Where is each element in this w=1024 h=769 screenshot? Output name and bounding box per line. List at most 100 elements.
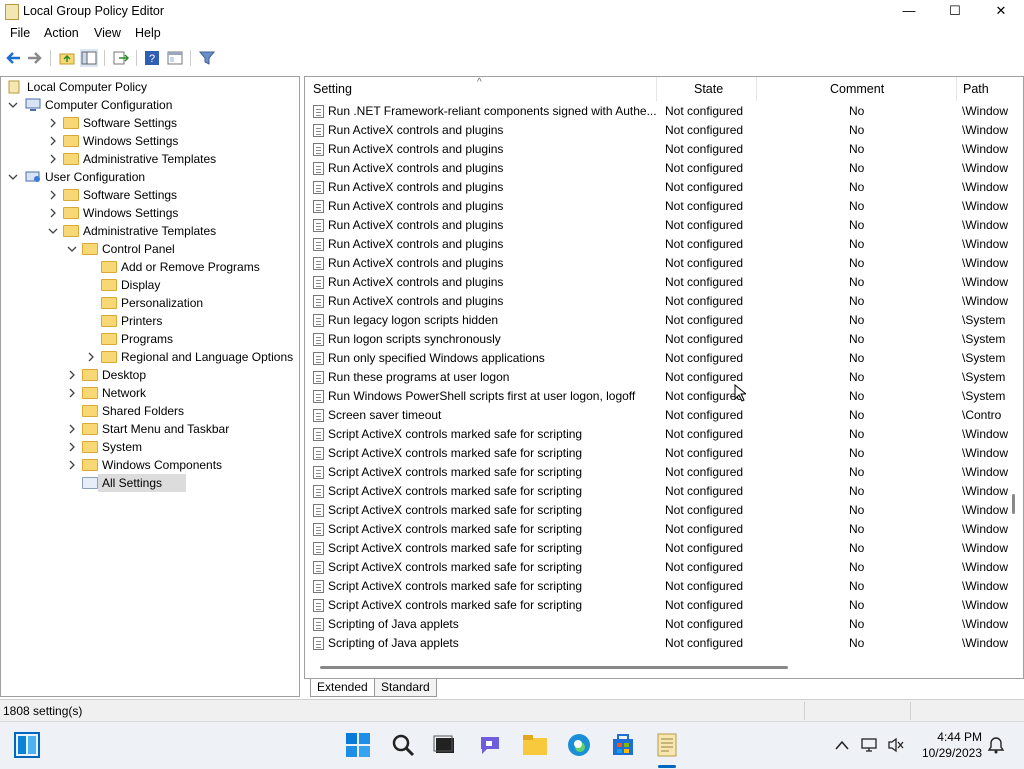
maximize-button[interactable]: ☐ bbox=[932, 0, 978, 22]
show-hide-tree-icon[interactable] bbox=[80, 49, 98, 67]
tree-item-programs[interactable]: Programs bbox=[1, 330, 299, 348]
export-list-icon[interactable] bbox=[112, 49, 130, 67]
table-row[interactable]: Run logon scripts synchronously Not confi… bbox=[305, 330, 1023, 349]
table-row[interactable]: Run ActiveX controls and plugins Not conf… bbox=[305, 140, 1023, 159]
back-arrow-icon[interactable] bbox=[4, 49, 22, 67]
table-row[interactable]: Script ActiveX controls marked safe for … bbox=[305, 558, 1023, 577]
chevron-down-icon[interactable] bbox=[66, 240, 78, 258]
tab-standard[interactable]: Standard bbox=[374, 679, 437, 697]
column-header-path[interactable]: Path bbox=[963, 77, 989, 101]
table-row[interactable]: Run ActiveX controls and plugins Not conf… bbox=[305, 121, 1023, 140]
chevron-up-icon[interactable] bbox=[832, 732, 852, 758]
table-row[interactable]: Script ActiveX controls marked safe for … bbox=[305, 425, 1023, 444]
table-row[interactable]: Run ActiveX controls and plugins Not conf… bbox=[305, 235, 1023, 254]
tree-item-display[interactable]: Display bbox=[1, 276, 299, 294]
chevron-right-icon[interactable] bbox=[85, 348, 97, 366]
tree-item-administrative-templates[interactable]: Administrative Templates bbox=[1, 150, 299, 168]
tree-item-local-computer-policy[interactable]: Local Computer Policy bbox=[1, 78, 299, 96]
menu-action[interactable]: Action bbox=[44, 26, 79, 40]
file-explorer-icon[interactable] bbox=[522, 732, 548, 758]
table-row[interactable]: Run ActiveX controls and plugins Not conf… bbox=[305, 216, 1023, 235]
table-row[interactable]: Screen saver timeout Not configured No \Con… bbox=[305, 406, 1023, 425]
tree-item-windows-components[interactable]: Windows Components bbox=[1, 456, 299, 474]
tree-item-software-settings[interactable]: Software Settings bbox=[1, 114, 299, 132]
tree-item-all-settings[interactable]: All Settings bbox=[1, 474, 299, 492]
column-divider[interactable] bbox=[756, 77, 757, 101]
windows-start-button-icon[interactable] bbox=[345, 732, 371, 758]
tree-item-control-panel[interactable]: Control Panel bbox=[1, 240, 299, 258]
close-button[interactable]: ✕ bbox=[978, 0, 1024, 22]
tree-item-software-settings[interactable]: Software Settings bbox=[1, 186, 299, 204]
chevron-down-icon[interactable] bbox=[7, 96, 19, 114]
volume-muted-icon[interactable] bbox=[886, 732, 906, 758]
properties-icon[interactable] bbox=[166, 49, 184, 67]
tree-item-personalization[interactable]: Personalization bbox=[1, 294, 299, 312]
table-row[interactable]: Run Windows PowerShell scripts first at … bbox=[305, 387, 1023, 406]
tree-item-user-configuration[interactable]: User Configuration bbox=[1, 168, 299, 186]
table-row[interactable]: Script ActiveX controls marked safe for … bbox=[305, 539, 1023, 558]
task-view-icon[interactable] bbox=[431, 732, 457, 758]
tree-item-desktop[interactable]: Desktop bbox=[1, 366, 299, 384]
search-icon[interactable] bbox=[390, 732, 416, 758]
tree-item-start-menu-and-taskbar[interactable]: Start Menu and Taskbar bbox=[1, 420, 299, 438]
group-policy-app-icon[interactable] bbox=[654, 732, 680, 758]
tree-item-regional-and-language-options[interactable]: Regional and Language Options bbox=[1, 348, 299, 366]
table-row[interactable]: Run ActiveX controls and plugins Not conf… bbox=[305, 292, 1023, 311]
notification-icon[interactable] bbox=[986, 732, 1006, 758]
edge-icon[interactable] bbox=[566, 732, 592, 758]
table-row[interactable]: Script ActiveX controls marked safe for … bbox=[305, 501, 1023, 520]
table-row[interactable]: Script ActiveX controls marked safe for … bbox=[305, 577, 1023, 596]
table-row[interactable]: Run only specified Windows applications N… bbox=[305, 349, 1023, 368]
menu-view[interactable]: View bbox=[94, 26, 121, 40]
column-header-setting[interactable]: Setting bbox=[313, 77, 352, 101]
menu-file[interactable]: File bbox=[10, 26, 30, 40]
filter-icon[interactable] bbox=[198, 49, 216, 67]
tab-extended[interactable]: Extended bbox=[310, 679, 375, 697]
tree-item-add-or-remove-programs[interactable]: Add or Remove Programs bbox=[1, 258, 299, 276]
tree-item-system[interactable]: System bbox=[1, 438, 299, 456]
network-icon[interactable] bbox=[860, 732, 880, 758]
table-row[interactable]: Script ActiveX controls marked safe for … bbox=[305, 444, 1023, 463]
table-row[interactable]: Script ActiveX controls marked safe for … bbox=[305, 520, 1023, 539]
menu-help[interactable]: Help bbox=[135, 26, 161, 40]
chevron-right-icon[interactable] bbox=[47, 150, 59, 168]
table-row[interactable]: Run ActiveX controls and plugins Not conf… bbox=[305, 159, 1023, 178]
chevron-right-icon[interactable] bbox=[66, 420, 78, 438]
tree-item-windows-settings[interactable]: Windows Settings bbox=[1, 132, 299, 150]
table-row[interactable]: Scripting of Java applets Not configured N… bbox=[305, 615, 1023, 634]
column-divider[interactable] bbox=[656, 77, 657, 101]
table-row[interactable]: Run these programs at user logon Not conf… bbox=[305, 368, 1023, 387]
tree-item-printers[interactable]: Printers bbox=[1, 312, 299, 330]
chevron-right-icon[interactable] bbox=[66, 456, 78, 474]
tree-item-windows-settings[interactable]: Windows Settings bbox=[1, 204, 299, 222]
table-row[interactable]: Run ActiveX controls and plugins Not conf… bbox=[305, 273, 1023, 292]
up-folder-icon[interactable] bbox=[58, 49, 76, 67]
table-row[interactable]: Run ActiveX controls and plugins Not conf… bbox=[305, 254, 1023, 273]
column-header-comment[interactable]: Comment bbox=[830, 77, 884, 101]
chevron-right-icon[interactable] bbox=[66, 366, 78, 384]
table-row[interactable]: Run ActiveX controls and plugins Not conf… bbox=[305, 197, 1023, 216]
table-row[interactable]: Script ActiveX controls marked safe for … bbox=[305, 596, 1023, 615]
tree-item-shared-folders[interactable]: Shared Folders bbox=[1, 402, 299, 420]
column-header-state[interactable]: State bbox=[694, 77, 723, 101]
chevron-right-icon[interactable] bbox=[47, 114, 59, 132]
column-divider[interactable] bbox=[956, 77, 957, 101]
chevron-right-icon[interactable] bbox=[47, 186, 59, 204]
forward-arrow-icon[interactable] bbox=[26, 49, 44, 67]
tree-item-computer-configuration[interactable]: Computer Configuration bbox=[1, 96, 299, 114]
chat-icon[interactable] bbox=[477, 732, 503, 758]
table-row[interactable]: Scripting of Java applets Not configured N… bbox=[305, 634, 1023, 653]
table-row[interactable]: Script ActiveX controls marked safe for … bbox=[305, 482, 1023, 501]
horizontal-scrollbar-thumb[interactable] bbox=[320, 666, 788, 669]
store-icon[interactable] bbox=[610, 732, 636, 758]
chevron-right-icon[interactable] bbox=[47, 132, 59, 150]
start-icon[interactable] bbox=[14, 732, 40, 758]
chevron-down-icon[interactable] bbox=[7, 168, 19, 186]
tree-item-network[interactable]: Network bbox=[1, 384, 299, 402]
chevron-down-icon[interactable] bbox=[47, 222, 59, 240]
table-row[interactable]: Run legacy logon scripts hidden Not confi… bbox=[305, 311, 1023, 330]
chevron-right-icon[interactable] bbox=[66, 438, 78, 456]
chevron-right-icon[interactable] bbox=[47, 204, 59, 222]
vertical-scrollbar-thumb[interactable] bbox=[1012, 494, 1015, 514]
table-row[interactable]: Run .NET Framework-reliant components si… bbox=[305, 102, 1023, 121]
